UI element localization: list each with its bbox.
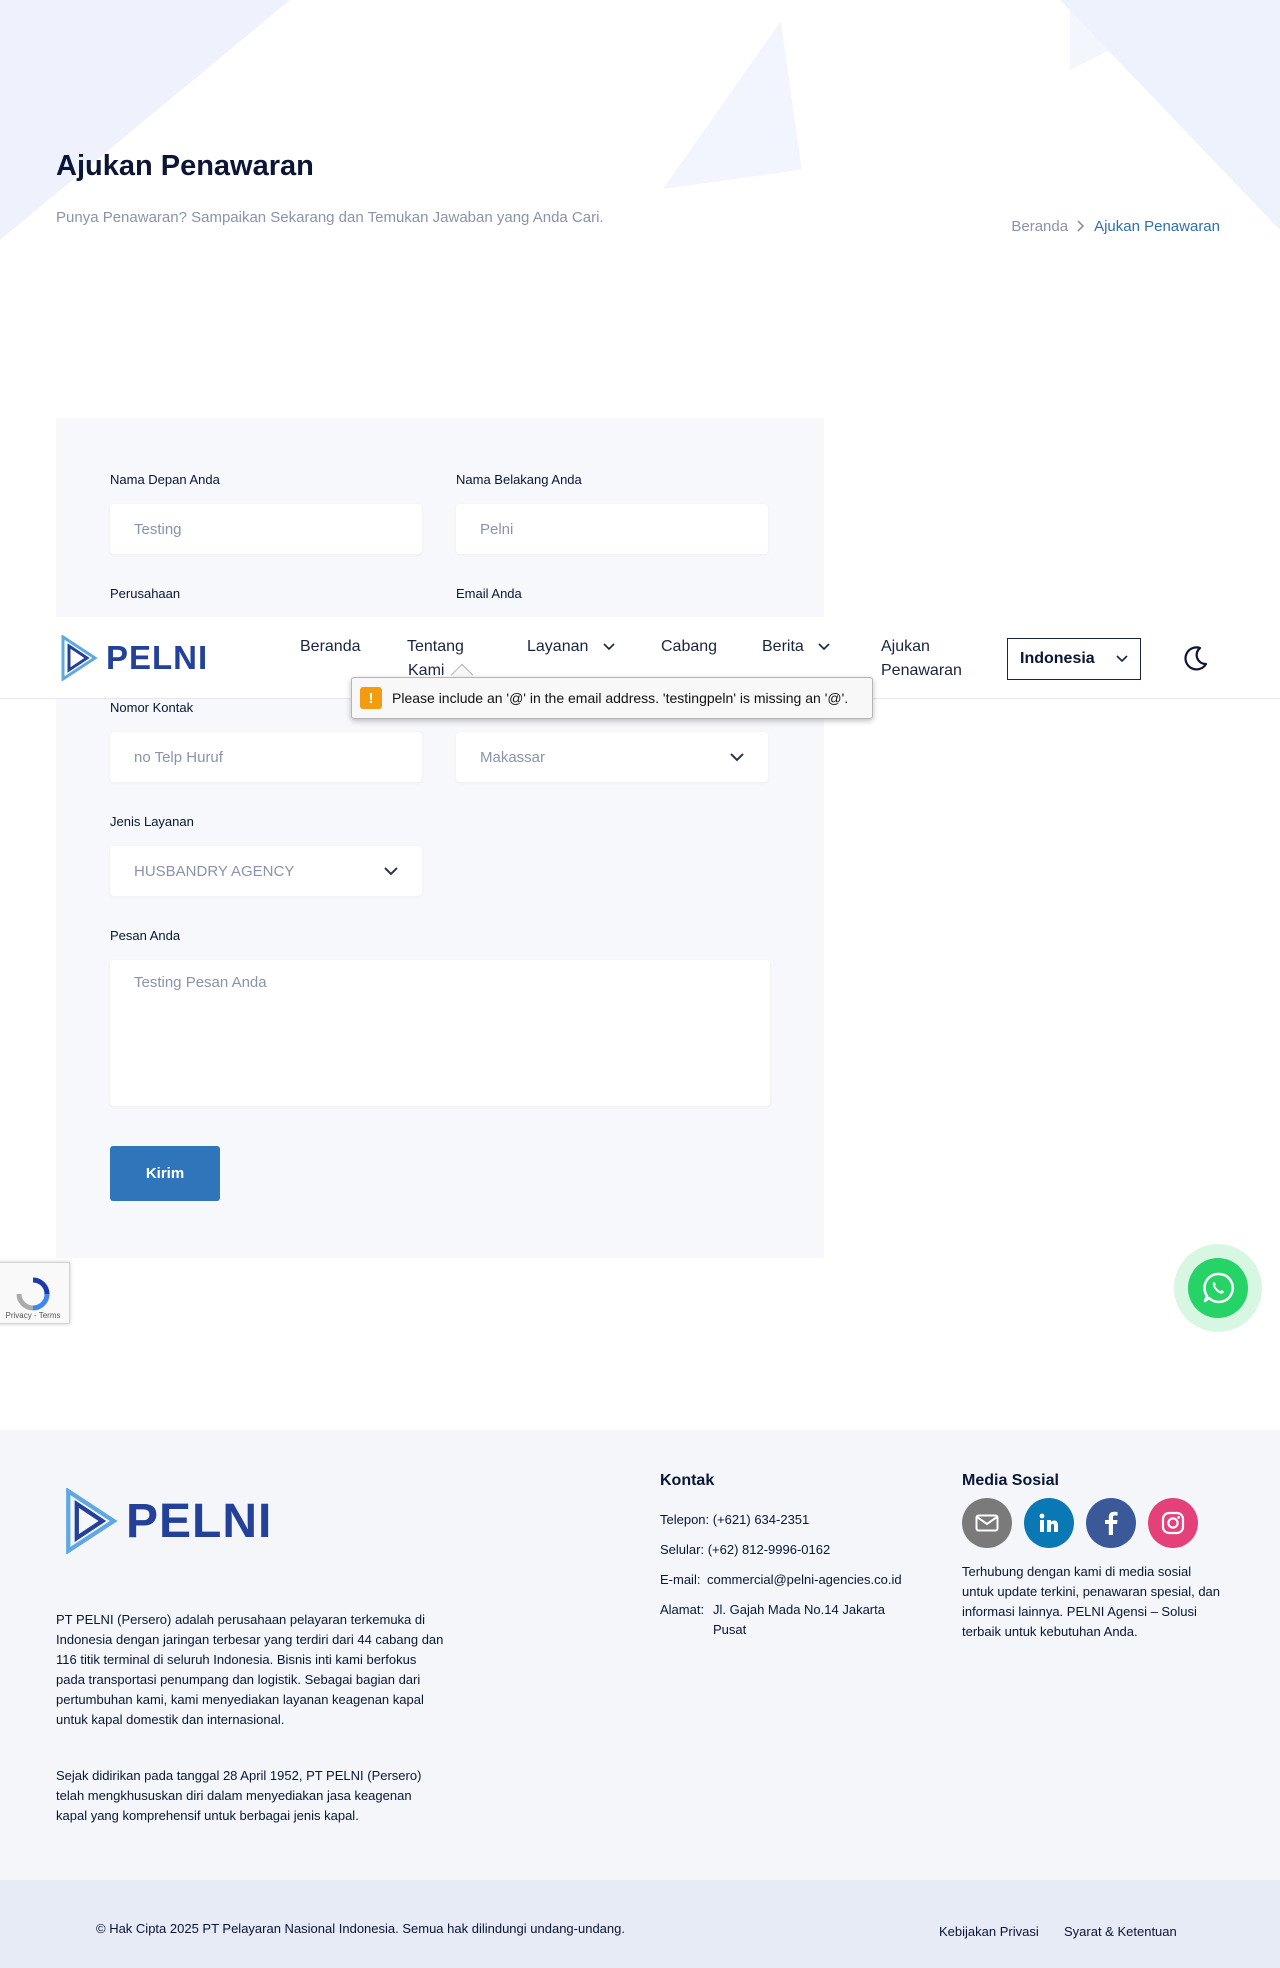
service-label: Jenis Layanan — [110, 814, 194, 829]
copyright-bar: © Hak Cipta 2025 PT Pelayaran Nasional I… — [0, 1880, 1280, 1968]
decorative-shape — [1060, 0, 1280, 230]
chevron-right-icon — [1076, 219, 1086, 235]
contact-phone: Telepon: (+621) 634-2351 — [660, 1512, 810, 1527]
nav-cabang[interactable]: Cabang — [661, 635, 717, 659]
logo[interactable]: PELNI — [60, 635, 208, 681]
phone-input[interactable]: no Telp Huruf — [110, 732, 422, 782]
branch-select[interactable]: Makassar — [456, 732, 768, 782]
facebook-icon[interactable] — [1086, 1498, 1136, 1548]
recaptcha-icon — [16, 1277, 50, 1311]
service-select[interactable]: HUSBANDRY AGENCY — [110, 846, 422, 896]
chevron-down-icon — [730, 752, 744, 761]
privacy-policy-link[interactable]: Kebijakan Privasi — [939, 1924, 1039, 1939]
validation-message: Please include an '@' in the email addre… — [392, 690, 849, 706]
submit-button[interactable]: Kirim — [110, 1146, 220, 1201]
last-name-input[interactable]: Pelni — [456, 504, 768, 554]
terms-link[interactable]: Syarat & Ketentuan — [1064, 1924, 1177, 1939]
social-description: Terhubung dengan kami di media sosial un… — [962, 1564, 1221, 1639]
page-title: Ajukan Penawaran — [56, 150, 314, 182]
footer: PELNI PT PELNI (Persero) adalah perusaha… — [0, 1430, 1280, 1880]
whatsapp-button[interactable] — [1188, 1258, 1248, 1318]
page-subtitle: Punya Penawaran? Sampaikan Sekarang dan … — [56, 209, 604, 226]
phone-label: Nomor Kontak — [110, 700, 194, 715]
contact-heading: Kontak — [660, 1472, 715, 1489]
page-header: Ajukan Penawaran Punya Penawaran? Sampai… — [0, 0, 1280, 300]
nav-layanan[interactable]: Layanan — [527, 635, 615, 659]
instagram-icon[interactable] — [1148, 1498, 1198, 1548]
warning-icon: ! — [360, 687, 382, 709]
chevron-down-icon — [818, 643, 830, 651]
linkedin-icon[interactable] — [1024, 1498, 1074, 1548]
decorative-shape — [642, 20, 802, 190]
pelni-logo-icon — [61, 635, 98, 681]
first-name-label: Nama Depan Anda — [110, 472, 220, 487]
copyright-text: © Hak Cipta 2025 PT Pelayaran Nasional I… — [96, 1921, 625, 1936]
chevron-down-icon — [1116, 655, 1128, 663]
nav-ajukan-penawaran[interactable]: Ajukan Penawaran — [881, 635, 962, 683]
email-validation-tooltip: ! Please include an '@' in the email add… — [351, 677, 873, 719]
nav-beranda[interactable]: Beranda — [300, 635, 361, 659]
message-label: Pesan Anda — [110, 928, 181, 943]
pelni-logo-icon — [66, 1488, 118, 1554]
breadcrumb-current: Ajukan Penawaran — [1094, 218, 1220, 235]
email-label: Email Anda — [456, 586, 522, 601]
contact-email-label: E-mail: — [660, 1572, 701, 1587]
decorative-shape — [0, 0, 290, 240]
breadcrumb: Beranda Ajukan Penawaran — [1011, 218, 1220, 235]
company-label: Perusahaan — [110, 586, 181, 601]
contact-email-link[interactable]: commercial@pelni-agencies.co.id — [707, 1570, 902, 1590]
contact-address-label: Alamat: — [660, 1602, 705, 1617]
moon-icon[interactable] — [1182, 644, 1210, 672]
first-name-input[interactable]: Testing — [110, 504, 422, 554]
footer-description: PT PELNI (Persero) adalah perusahaan pel… — [56, 1612, 444, 1727]
contact-address-line2: Pusat — [713, 1622, 747, 1637]
message-textarea[interactable]: Testing Pesan Anda — [110, 960, 770, 1106]
breadcrumb-home-link[interactable]: Beranda — [1011, 218, 1068, 235]
contact-address: Jl. Gajah Mada No.14 Jakarta — [713, 1602, 885, 1617]
footer-history: Sejak didirikan pada tanggal 28 April 19… — [56, 1768, 422, 1823]
chevron-down-icon — [384, 866, 398, 875]
social-links — [962, 1498, 1198, 1548]
chevron-down-icon — [603, 643, 615, 651]
recaptcha-badge[interactable]: Privacy - Terms — [0, 1262, 70, 1324]
social-heading: Media Sosial — [962, 1472, 1059, 1489]
email-icon[interactable] — [962, 1498, 1012, 1548]
whatsapp-icon — [1203, 1272, 1235, 1304]
footer-logo[interactable]: PELNI — [64, 1488, 272, 1554]
contact-mobile: Selular: (+62) 812-9996-0162 — [660, 1542, 831, 1557]
nav-berita[interactable]: Berita — [762, 635, 830, 659]
last-name-label: Nama Belakang Anda — [456, 472, 582, 487]
offer-form: Nama Depan Anda Testing Nama Belakang An… — [56, 418, 824, 1258]
language-select[interactable]: Indonesia — [1007, 638, 1141, 680]
